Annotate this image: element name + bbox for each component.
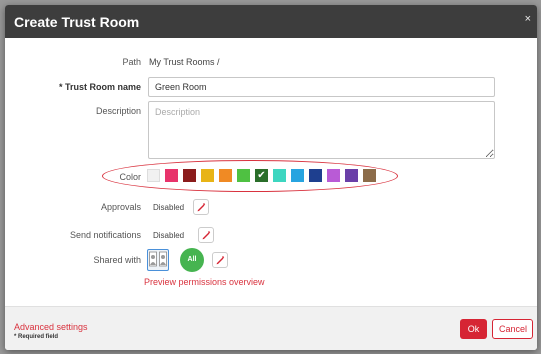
approvals-value: Disabled	[153, 203, 185, 212]
trust-room-name-label: * Trust Room name	[58, 82, 141, 92]
pencil-icon	[197, 203, 206, 212]
dialog-header: Create Trust Room ×	[5, 5, 537, 38]
highlight-ellipse	[102, 160, 398, 192]
preview-permissions-link[interactable]: Preview permissions overview	[144, 277, 265, 287]
dialog-footer: Advanced settings * Required field Ok Ca…	[5, 306, 537, 350]
path-label: Path	[122, 57, 141, 67]
ok-button[interactable]: Ok	[460, 319, 487, 339]
approvals-edit-button[interactable]	[193, 199, 209, 215]
send-notifications-label: Send notifications	[69, 230, 141, 240]
send-notifications-value: Disabled	[153, 231, 185, 240]
create-trust-room-dialog: Create Trust Room × Path My Trust Rooms …	[5, 5, 537, 350]
description-textarea[interactable]	[148, 101, 495, 159]
pencil-icon	[216, 256, 225, 265]
cancel-button[interactable]: Cancel	[492, 319, 533, 339]
trust-room-name-input[interactable]	[148, 77, 495, 97]
notifications-edit-button[interactable]	[198, 227, 214, 243]
required-field-note: * Required field	[14, 334, 59, 340]
shared-edit-button[interactable]	[212, 252, 228, 268]
dialog-title: Create Trust Room	[14, 14, 140, 30]
advanced-settings-link[interactable]: Advanced settings	[14, 322, 88, 332]
description-label: Description	[95, 106, 141, 116]
shared-with-label: Shared with	[93, 255, 141, 265]
pencil-icon	[202, 231, 211, 240]
users-icon[interactable]	[147, 249, 169, 271]
close-icon[interactable]: ×	[525, 13, 531, 25]
all-group-avatar[interactable]: All	[180, 248, 204, 272]
approvals-label: Approvals	[100, 202, 141, 212]
path-value: My Trust Rooms /	[149, 57, 220, 67]
